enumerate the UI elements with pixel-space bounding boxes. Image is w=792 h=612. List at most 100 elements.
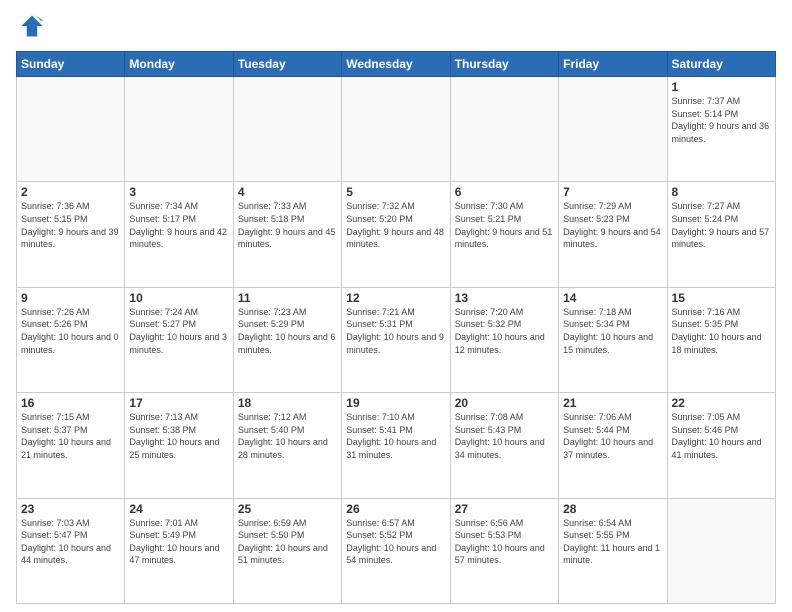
day-number: 7	[563, 185, 662, 199]
logo-icon	[18, 12, 46, 40]
day-number: 10	[129, 291, 228, 305]
calendar-cell: 18Sunrise: 7:12 AM Sunset: 5:40 PM Dayli…	[233, 393, 341, 498]
day-number: 23	[21, 502, 120, 516]
calendar-cell: 27Sunrise: 6:56 AM Sunset: 5:53 PM Dayli…	[450, 498, 558, 603]
calendar-cell	[125, 77, 233, 182]
calendar-cell: 25Sunrise: 6:59 AM Sunset: 5:50 PM Dayli…	[233, 498, 341, 603]
day-info: Sunrise: 7:12 AM Sunset: 5:40 PM Dayligh…	[238, 411, 337, 461]
weekday-header: Friday	[559, 52, 667, 77]
calendar-cell: 10Sunrise: 7:24 AM Sunset: 5:27 PM Dayli…	[125, 287, 233, 392]
day-info: Sunrise: 7:26 AM Sunset: 5:26 PM Dayligh…	[21, 306, 120, 356]
calendar-cell: 21Sunrise: 7:06 AM Sunset: 5:44 PM Dayli…	[559, 393, 667, 498]
day-info: Sunrise: 7:27 AM Sunset: 5:24 PM Dayligh…	[672, 200, 771, 250]
calendar-cell: 15Sunrise: 7:16 AM Sunset: 5:35 PM Dayli…	[667, 287, 775, 392]
day-number: 18	[238, 396, 337, 410]
day-info: Sunrise: 7:33 AM Sunset: 5:18 PM Dayligh…	[238, 200, 337, 250]
day-info: Sunrise: 7:30 AM Sunset: 5:21 PM Dayligh…	[455, 200, 554, 250]
calendar-cell: 17Sunrise: 7:13 AM Sunset: 5:38 PM Dayli…	[125, 393, 233, 498]
calendar-cell	[559, 77, 667, 182]
day-number: 13	[455, 291, 554, 305]
calendar-cell: 28Sunrise: 6:54 AM Sunset: 5:55 PM Dayli…	[559, 498, 667, 603]
day-number: 11	[238, 291, 337, 305]
calendar-cell: 4Sunrise: 7:33 AM Sunset: 5:18 PM Daylig…	[233, 182, 341, 287]
header	[16, 12, 776, 45]
day-number: 16	[21, 396, 120, 410]
calendar-cell: 16Sunrise: 7:15 AM Sunset: 5:37 PM Dayli…	[17, 393, 125, 498]
calendar-cell: 5Sunrise: 7:32 AM Sunset: 5:20 PM Daylig…	[342, 182, 450, 287]
calendar-table: SundayMondayTuesdayWednesdayThursdayFrid…	[16, 51, 776, 604]
page: SundayMondayTuesdayWednesdayThursdayFrid…	[0, 0, 792, 612]
day-info: Sunrise: 7:06 AM Sunset: 5:44 PM Dayligh…	[563, 411, 662, 461]
day-number: 1	[672, 80, 771, 94]
calendar-cell: 14Sunrise: 7:18 AM Sunset: 5:34 PM Dayli…	[559, 287, 667, 392]
day-number: 19	[346, 396, 445, 410]
day-info: Sunrise: 7:01 AM Sunset: 5:49 PM Dayligh…	[129, 517, 228, 567]
calendar-cell: 6Sunrise: 7:30 AM Sunset: 5:21 PM Daylig…	[450, 182, 558, 287]
calendar-cell	[342, 77, 450, 182]
day-info: Sunrise: 7:36 AM Sunset: 5:15 PM Dayligh…	[21, 200, 120, 250]
calendar-cell: 7Sunrise: 7:29 AM Sunset: 5:23 PM Daylig…	[559, 182, 667, 287]
day-info: Sunrise: 7:03 AM Sunset: 5:47 PM Dayligh…	[21, 517, 120, 567]
day-info: Sunrise: 7:29 AM Sunset: 5:23 PM Dayligh…	[563, 200, 662, 250]
calendar-cell: 20Sunrise: 7:08 AM Sunset: 5:43 PM Dayli…	[450, 393, 558, 498]
day-info: Sunrise: 7:32 AM Sunset: 5:20 PM Dayligh…	[346, 200, 445, 250]
calendar-cell: 23Sunrise: 7:03 AM Sunset: 5:47 PM Dayli…	[17, 498, 125, 603]
weekday-header: Wednesday	[342, 52, 450, 77]
calendar-cell: 12Sunrise: 7:21 AM Sunset: 5:31 PM Dayli…	[342, 287, 450, 392]
calendar-cell: 9Sunrise: 7:26 AM Sunset: 5:26 PM Daylig…	[17, 287, 125, 392]
day-number: 4	[238, 185, 337, 199]
day-info: Sunrise: 7:34 AM Sunset: 5:17 PM Dayligh…	[129, 200, 228, 250]
calendar-cell: 19Sunrise: 7:10 AM Sunset: 5:41 PM Dayli…	[342, 393, 450, 498]
day-info: Sunrise: 7:20 AM Sunset: 5:32 PM Dayligh…	[455, 306, 554, 356]
day-info: Sunrise: 7:37 AM Sunset: 5:14 PM Dayligh…	[672, 95, 771, 145]
day-info: Sunrise: 7:16 AM Sunset: 5:35 PM Dayligh…	[672, 306, 771, 356]
day-number: 17	[129, 396, 228, 410]
day-number: 21	[563, 396, 662, 410]
weekday-header: Saturday	[667, 52, 775, 77]
day-number: 6	[455, 185, 554, 199]
day-number: 9	[21, 291, 120, 305]
day-info: Sunrise: 7:08 AM Sunset: 5:43 PM Dayligh…	[455, 411, 554, 461]
day-info: Sunrise: 6:59 AM Sunset: 5:50 PM Dayligh…	[238, 517, 337, 567]
calendar-cell: 22Sunrise: 7:05 AM Sunset: 5:46 PM Dayli…	[667, 393, 775, 498]
calendar-cell	[667, 498, 775, 603]
day-number: 5	[346, 185, 445, 199]
day-info: Sunrise: 6:56 AM Sunset: 5:53 PM Dayligh…	[455, 517, 554, 567]
day-number: 28	[563, 502, 662, 516]
day-number: 8	[672, 185, 771, 199]
day-number: 2	[21, 185, 120, 199]
day-number: 12	[346, 291, 445, 305]
day-number: 26	[346, 502, 445, 516]
weekday-header: Monday	[125, 52, 233, 77]
day-info: Sunrise: 7:21 AM Sunset: 5:31 PM Dayligh…	[346, 306, 445, 356]
logo	[16, 12, 48, 45]
calendar-cell: 3Sunrise: 7:34 AM Sunset: 5:17 PM Daylig…	[125, 182, 233, 287]
day-number: 24	[129, 502, 228, 516]
calendar-cell: 11Sunrise: 7:23 AM Sunset: 5:29 PM Dayli…	[233, 287, 341, 392]
day-info: Sunrise: 6:54 AM Sunset: 5:55 PM Dayligh…	[563, 517, 662, 567]
day-number: 15	[672, 291, 771, 305]
calendar-cell	[233, 77, 341, 182]
weekday-header: Thursday	[450, 52, 558, 77]
day-info: Sunrise: 7:24 AM Sunset: 5:27 PM Dayligh…	[129, 306, 228, 356]
calendar-cell: 24Sunrise: 7:01 AM Sunset: 5:49 PM Dayli…	[125, 498, 233, 603]
day-number: 27	[455, 502, 554, 516]
day-number: 22	[672, 396, 771, 410]
calendar-cell: 26Sunrise: 6:57 AM Sunset: 5:52 PM Dayli…	[342, 498, 450, 603]
weekday-header: Tuesday	[233, 52, 341, 77]
day-number: 3	[129, 185, 228, 199]
day-number: 20	[455, 396, 554, 410]
day-number: 25	[238, 502, 337, 516]
calendar-cell	[17, 77, 125, 182]
day-info: Sunrise: 7:05 AM Sunset: 5:46 PM Dayligh…	[672, 411, 771, 461]
day-info: Sunrise: 7:18 AM Sunset: 5:34 PM Dayligh…	[563, 306, 662, 356]
day-info: Sunrise: 7:10 AM Sunset: 5:41 PM Dayligh…	[346, 411, 445, 461]
day-info: Sunrise: 7:13 AM Sunset: 5:38 PM Dayligh…	[129, 411, 228, 461]
day-number: 14	[563, 291, 662, 305]
calendar-cell: 8Sunrise: 7:27 AM Sunset: 5:24 PM Daylig…	[667, 182, 775, 287]
calendar-cell: 13Sunrise: 7:20 AM Sunset: 5:32 PM Dayli…	[450, 287, 558, 392]
weekday-header: Sunday	[17, 52, 125, 77]
day-info: Sunrise: 7:15 AM Sunset: 5:37 PM Dayligh…	[21, 411, 120, 461]
day-info: Sunrise: 6:57 AM Sunset: 5:52 PM Dayligh…	[346, 517, 445, 567]
calendar-cell: 1Sunrise: 7:37 AM Sunset: 5:14 PM Daylig…	[667, 77, 775, 182]
